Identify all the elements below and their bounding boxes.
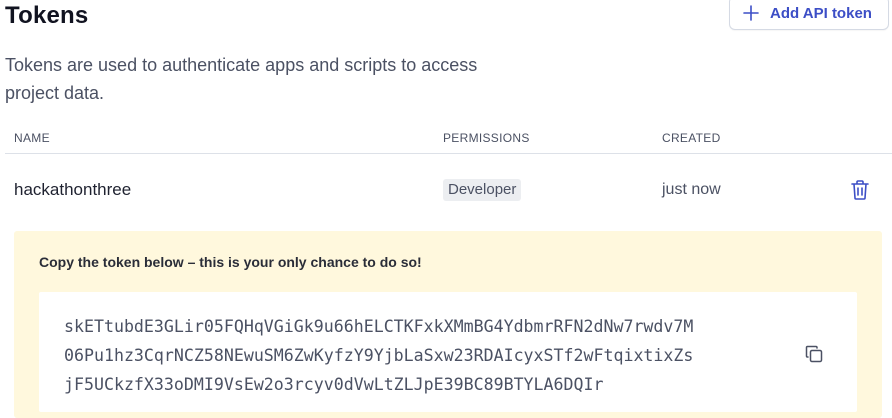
token-notice: Copy the token below – this is your only… — [14, 231, 882, 418]
page-title: Tokens — [5, 2, 89, 29]
token-line: 06Pu1hz3CqrNCZ58NEwuSM6ZwKyfzY9YjbLaSxw2… — [64, 346, 694, 365]
copy-icon[interactable] — [804, 344, 824, 364]
token-created: just now — [662, 181, 721, 198]
column-header-name: NAME — [14, 131, 50, 145]
trash-icon[interactable] — [850, 179, 870, 201]
add-api-token-label: Add API token — [770, 4, 872, 22]
token-box: skETtubdE3GLir05FQHqVGiGk9u66hELCTKFxkXM… — [39, 292, 857, 412]
token-value[interactable]: skETtubdE3GLir05FQHqVGiGk9u66hELCTKFxkXM… — [64, 312, 764, 399]
permission-badge: Developer — [443, 179, 522, 201]
table-header-divider — [5, 153, 892, 154]
token-line: skETtubdE3GLir05FQHqVGiGk9u66hELCTKFxkXM… — [64, 317, 694, 336]
column-header-created: CREATED — [662, 131, 721, 145]
plus-icon — [742, 4, 760, 22]
token-line: jF5UCkzfX33oDMI9VsEw2o3rcyv0dVwLtZLJpE39… — [64, 375, 604, 394]
token-name: hackathonthree — [14, 180, 132, 199]
column-header-permissions: PERMISSIONS — [443, 131, 530, 145]
tokens-page: Tokens Add API token Tokens are used to … — [0, 0, 892, 418]
add-api-token-button[interactable]: Add API token — [729, 0, 889, 30]
token-notice-message: Copy the token below – this is your only… — [39, 254, 422, 270]
page-description: Tokens are used to authenticate apps and… — [5, 55, 478, 103]
